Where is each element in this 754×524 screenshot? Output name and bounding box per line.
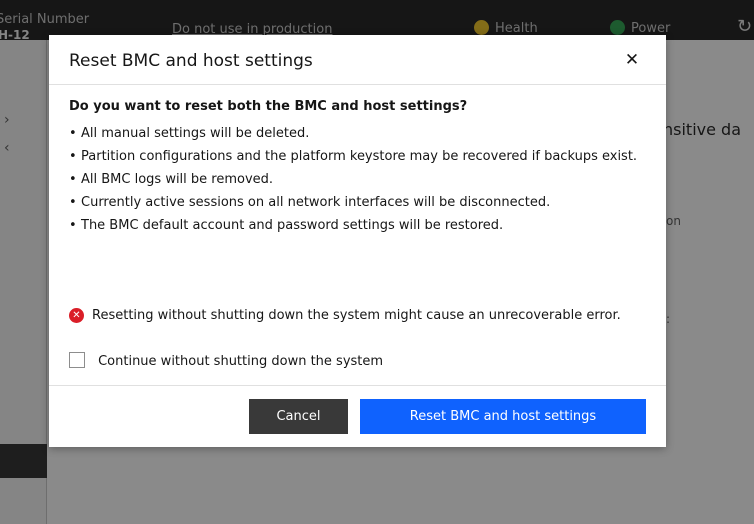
reset-question: Do you want to reset both the BMC and ho… bbox=[69, 99, 468, 114]
list-item: The BMC default account and password set… bbox=[69, 215, 659, 237]
cancel-button[interactable]: Cancel bbox=[249, 399, 348, 434]
modal-header: Reset BMC and host settings ✕ bbox=[49, 35, 666, 85]
modal-footer: Cancel Reset BMC and host settings bbox=[49, 385, 666, 447]
reset-bmc-and-host-button[interactable]: Reset BMC and host settings bbox=[360, 399, 646, 434]
list-item: All manual settings will be deleted. bbox=[69, 123, 659, 145]
list-item: Partition configurations and the platfor… bbox=[69, 146, 659, 168]
list-item: Currently active sessions on all network… bbox=[69, 192, 659, 214]
close-icon[interactable]: ✕ bbox=[617, 45, 647, 75]
error-notification: ✕ Resetting without shutting down the sy… bbox=[69, 305, 649, 327]
reset-bmc-modal: Reset BMC and host settings ✕ Do you wan… bbox=[49, 35, 666, 447]
continue-checkbox-label: Continue without shutting down the syste… bbox=[98, 354, 384, 369]
error-message: Resetting without shutting down the syst… bbox=[92, 308, 621, 323]
error-icon: ✕ bbox=[69, 308, 84, 323]
consequence-list: All manual settings will be deleted. Par… bbox=[69, 123, 659, 238]
modal-title: Reset BMC and host settings bbox=[69, 51, 313, 71]
list-item: All BMC logs will be removed. bbox=[69, 169, 659, 191]
continue-checkbox[interactable] bbox=[69, 352, 85, 368]
continue-checkbox-row[interactable]: Continue without shutting down the syste… bbox=[69, 350, 383, 369]
